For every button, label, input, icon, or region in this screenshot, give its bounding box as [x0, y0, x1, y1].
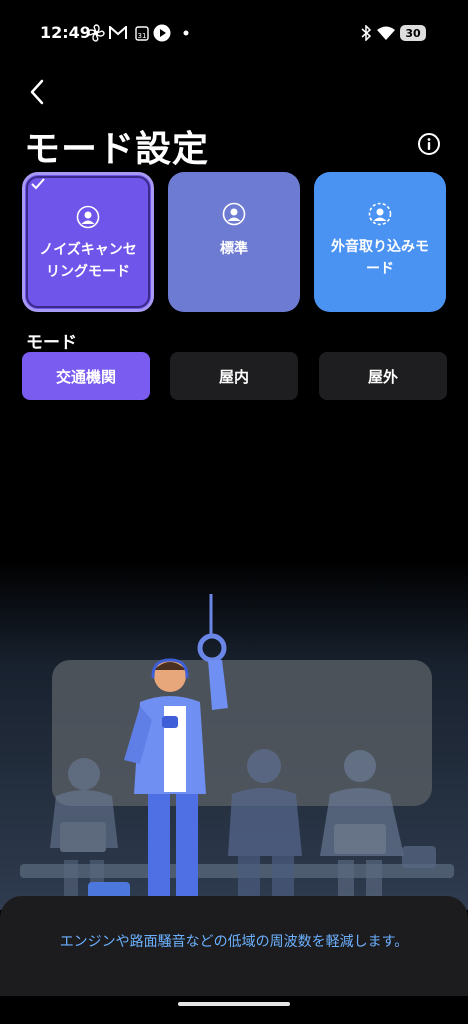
page-title: モード設定	[24, 129, 210, 170]
sub-mode-button-indoor[interactable]: 屋内	[170, 352, 298, 400]
wifi-icon	[376, 23, 396, 43]
svg-text:31: 31	[138, 32, 147, 40]
mode-illustration	[0, 560, 468, 910]
mode-card-ambient[interactable]: 外音取り込みモード	[314, 172, 446, 312]
mode-description: エンジンや路面騒音などの低域の周波数を軽減します。	[59, 934, 409, 950]
strap-ring	[197, 633, 227, 663]
info-button[interactable]	[416, 131, 442, 157]
play-icon	[152, 23, 172, 43]
home-indicator[interactable]	[178, 1002, 290, 1006]
ambient-mode-icon	[368, 202, 392, 226]
gmail-icon	[108, 23, 128, 43]
pinwheel-icon	[86, 23, 106, 43]
status-time: 12:49	[40, 23, 91, 42]
calendar-icon: 31	[132, 23, 152, 43]
dot-icon	[176, 23, 196, 43]
train-bench	[20, 864, 454, 878]
mode-card-label: 外音取り込みモード	[331, 239, 429, 277]
sub-mode-button-outdoor[interactable]: 屋外	[319, 352, 447, 400]
navigation-bar	[0, 996, 468, 1024]
standard-mode-icon	[222, 202, 246, 226]
chevron-left-icon	[30, 79, 44, 105]
mode-card-label: ノイズキャンセリングモード	[39, 242, 137, 280]
bluetooth-icon	[356, 23, 376, 43]
back-button[interactable]	[22, 76, 54, 108]
info-icon	[418, 133, 440, 155]
train-window	[52, 660, 432, 806]
battery-icon: 30	[400, 25, 426, 41]
status-bar: 12:49 31 30	[0, 0, 468, 64]
mode-card-label: 標準	[220, 241, 248, 257]
check-icon	[30, 176, 46, 192]
section-label-mode: モード	[26, 333, 77, 353]
handbag	[402, 846, 436, 868]
mode-card-noise-cancelling[interactable]: ノイズキャンセリングモード	[22, 172, 154, 312]
noise-cancelling-icon	[76, 205, 100, 229]
mode-card-standard[interactable]: 標準	[168, 172, 300, 312]
sub-mode-button-transport[interactable]: 交通機関	[22, 352, 150, 400]
